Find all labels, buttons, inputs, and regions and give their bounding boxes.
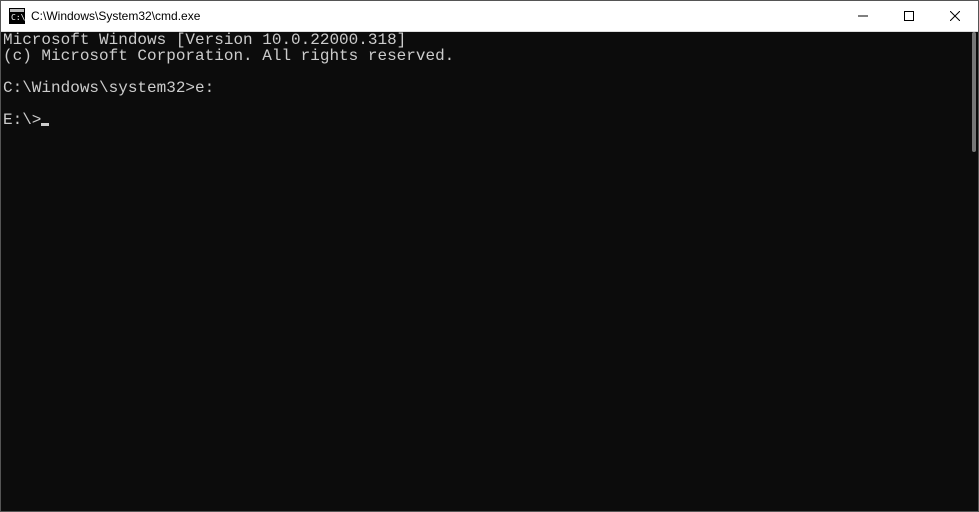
maximize-button[interactable] bbox=[886, 1, 932, 31]
svg-text:C:\: C:\ bbox=[11, 13, 25, 22]
window-controls bbox=[840, 1, 978, 31]
title-bar[interactable]: C:\ C:\Windows\System32\cmd.exe bbox=[1, 1, 978, 32]
cmd-window: C:\ C:\Windows\System32\cmd.exe Microsof… bbox=[0, 0, 979, 512]
terminal-wrapper: Microsoft Windows [Version 10.0.22000.31… bbox=[1, 32, 978, 511]
terminal-prompt: E:\> bbox=[3, 111, 41, 129]
terminal-line: (c) Microsoft Corporation. All rights re… bbox=[3, 47, 454, 65]
title-text: C:\Windows\System32\cmd.exe bbox=[31, 9, 200, 23]
cmd-icon: C:\ bbox=[9, 8, 25, 24]
terminal-line: C:\Windows\system32>e: bbox=[3, 79, 214, 97]
close-button[interactable] bbox=[932, 1, 978, 31]
scrollbar-thumb[interactable] bbox=[972, 32, 976, 152]
cursor bbox=[41, 123, 49, 126]
terminal-output[interactable]: Microsoft Windows [Version 10.0.22000.31… bbox=[1, 32, 962, 511]
minimize-button[interactable] bbox=[840, 1, 886, 31]
scrollbar[interactable] bbox=[962, 32, 978, 511]
